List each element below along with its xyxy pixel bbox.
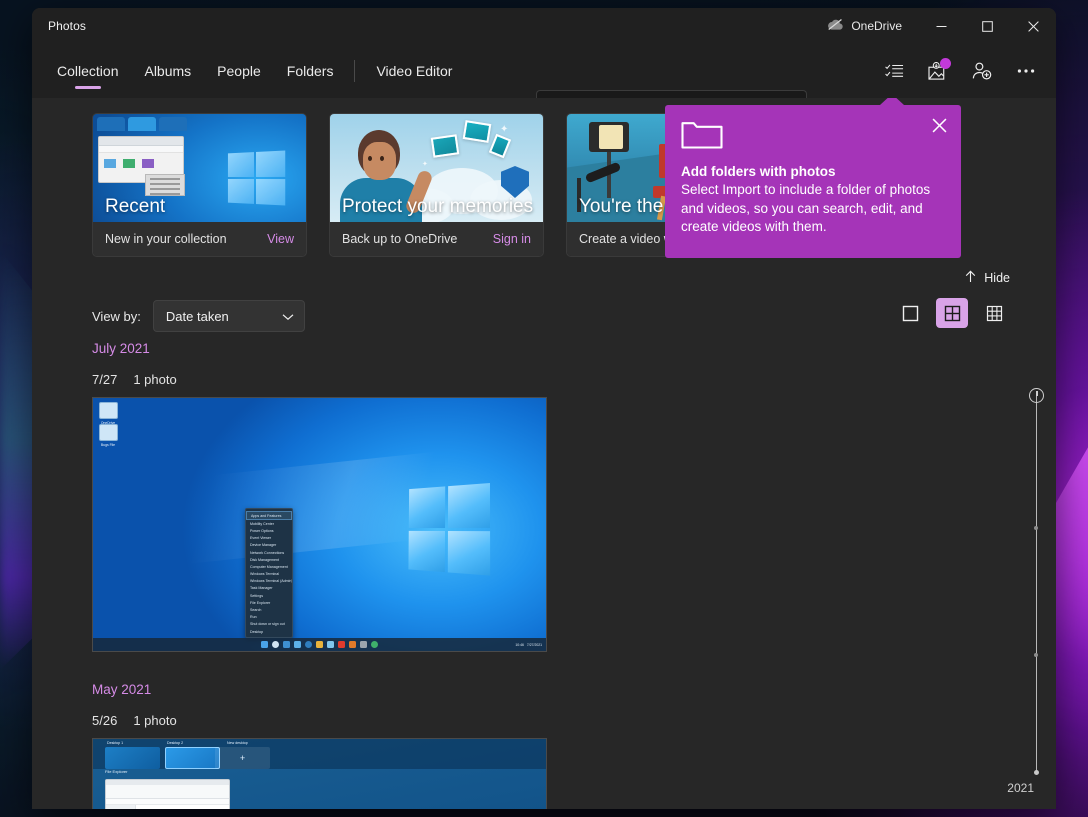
timeline-year-label: 2021 [1007,781,1034,795]
tab-albums[interactable]: Albums [131,44,204,98]
view-by-dropdown[interactable]: Date taken [153,300,305,332]
timeline-marker[interactable] [1034,653,1038,657]
timeline-marker[interactable] [1034,526,1038,530]
tab-collection-label: Collection [57,63,118,79]
tab-albums-label: Albums [144,63,191,79]
chevron-down-icon [282,309,294,324]
card-recent-view-link[interactable]: View [267,232,294,246]
app-title: Photos [48,19,86,33]
teaching-tip-body: Select Import to include a folder of pho… [681,181,943,237]
arrow-up-icon [964,270,977,286]
card-protect-memories-signin-link[interactable]: Sign in [493,232,531,246]
close-button[interactable] [1010,8,1056,44]
desktop-icon: OneDrive [97,402,119,425]
tab-video-editor[interactable]: Video Editor [363,44,465,98]
nav-tabs: Collection Albums People Folders Video E… [32,44,465,98]
add-person-icon[interactable] [962,52,1002,90]
tab-divider [354,60,355,82]
timeline-scrollbar[interactable] [1025,386,1047,795]
group-subheader: 5/26 1 photo [92,713,547,728]
desktop-icon: Bugs File [97,424,119,447]
maximize-button[interactable] [964,8,1010,44]
title-bar-right: OneDrive [827,8,1056,44]
virtual-desktop-thumb [165,747,220,769]
card-recent[interactable]: Recent New in your collection View [92,113,307,257]
tab-people-label: People [217,63,261,79]
file-explorer-window-thumb [105,779,230,809]
group-count: 1 photo [133,713,176,728]
windows-logo-icon [228,150,285,205]
teaching-tip-title: Add folders with photos [681,164,943,179]
tab-people[interactable]: People [204,44,274,98]
photos-app-window: Photos OneDrive [32,8,1056,809]
minimize-button[interactable] [918,8,964,44]
view-size-medium[interactable] [936,298,968,328]
onedrive-status[interactable]: OneDrive [827,8,918,44]
teaching-tip-close-icon[interactable] [925,111,953,139]
view-by-selected-value: Date taken [166,309,229,324]
card-protect-memories-title: Protect your memories [342,196,533,218]
teaching-tip-beak [880,98,904,105]
card-protect-memories-footer-label: Back up to OneDrive [342,232,457,246]
group-month-label: July 2021 [92,341,547,356]
taskbar: 10:46 7/27/2021 [93,638,546,651]
card-recent-footer: New in your collection View [93,222,306,256]
tab-collection[interactable]: Collection [44,44,131,98]
command-bar-actions [874,44,1046,98]
card-recent-footer-label: New in your collection [105,232,227,246]
title-bar: Photos OneDrive [32,8,1056,44]
card-protect-memories-art: ✦ ✦ Protect your memories [330,114,543,222]
group-month-label: May 2021 [92,682,547,697]
new-desktop-button: + [215,747,270,769]
timeline-end-marker [1034,770,1039,775]
group-subheader: 7/27 1 photo [92,372,547,387]
import-icon[interactable] [918,52,958,90]
photo-thumbnail[interactable]: Desktop 1 Desktop 2 New desktop + File E… [92,738,547,809]
tab-folders[interactable]: Folders [274,44,347,98]
timeline-track [1036,396,1037,773]
view-by-label: View by: [92,309,141,324]
folder-icon [681,119,943,154]
system-tray: 10:46 7/27/2021 [515,643,542,647]
group-date: 5/26 [92,713,117,728]
file-explorer-label: File Explorer [105,769,127,774]
virtual-desktop-thumb [105,747,160,769]
view-size-small[interactable] [978,298,1010,328]
onedrive-label: OneDrive [851,19,902,33]
command-bar: Collection Albums People Folders Video E… [32,44,1056,98]
hide-banner-control[interactable]: Hide [964,270,1010,286]
view-size-large[interactable] [894,298,926,328]
photo-group-july-2021: July 2021 7/27 1 photo OneDrive Bugs Fil… [92,341,547,652]
more-options-icon[interactable] [1006,52,1046,90]
tab-video-editor-label: Video Editor [376,63,452,79]
timeline-thumb[interactable] [1029,388,1044,403]
view-by-row: View by: Date taken [92,300,305,332]
tab-folders-label: Folders [287,63,334,79]
teaching-tip: Add folders with photos Select Import to… [665,105,961,258]
hide-label: Hide [984,271,1010,285]
import-badge [940,58,951,69]
view-size-toggles [894,298,1010,328]
photo-group-may-2021: May 2021 5/26 1 photo Desktop 1 Desktop … [92,682,547,809]
tab-active-underline [75,86,101,89]
photo-thumbnail[interactable]: OneDrive Bugs File Apps and Features Mob… [92,397,547,652]
content-area: Recent New in your collection View [32,98,1056,809]
card-protect-memories-footer: Back up to OneDrive Sign in [330,222,543,256]
card-recent-art: Recent [93,114,306,222]
card-protect-memories[interactable]: ✦ ✦ Protect your memories Back up to One… [329,113,544,257]
group-count: 1 photo [133,372,176,387]
windows-logo-icon [408,483,490,576]
card-recent-title: Recent [105,196,165,218]
group-date: 7/27 [92,372,117,387]
cloud-offline-icon [827,18,844,34]
select-icon[interactable] [874,52,914,90]
context-menu: Apps and Features Mobility Center Power … [245,508,293,638]
